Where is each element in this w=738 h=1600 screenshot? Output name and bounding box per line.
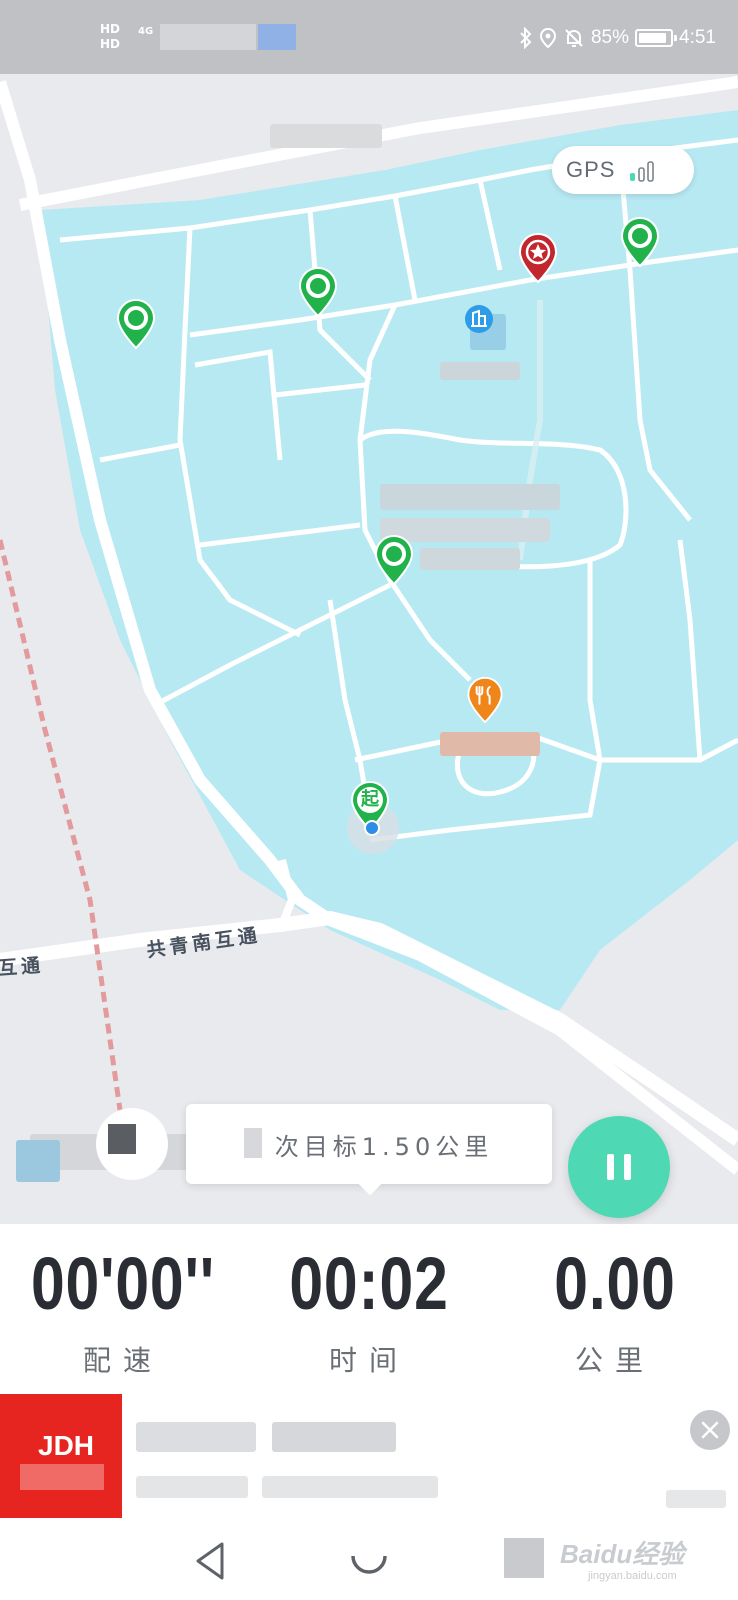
star-pin-icon[interactable]	[518, 232, 558, 284]
blurred-label	[440, 732, 540, 756]
blurred-label	[420, 548, 520, 570]
signal-type: 4G	[138, 26, 154, 37]
blurred-ad-title	[136, 1422, 256, 1452]
time-value: 00:02	[289, 1242, 449, 1325]
time-label: 时间	[328, 1344, 409, 1377]
blurred-carrier	[160, 24, 256, 50]
map-view[interactable]: 共青南互通 互通 GPS 起 次目标1.50公里	[0, 74, 738, 1224]
clock: 4:51	[679, 27, 716, 48]
blurred-carrier-icon	[258, 24, 296, 50]
back-icon[interactable]	[190, 1538, 236, 1584]
distance-label: 公里	[574, 1344, 655, 1377]
distance-value: 0.00	[554, 1242, 676, 1325]
blurred-goal-prefix	[244, 1128, 262, 1158]
start-marker-label: 起	[361, 789, 379, 810]
avatar[interactable]	[96, 1108, 168, 1180]
gps-label: GPS	[566, 157, 616, 182]
blurred-label	[270, 124, 382, 148]
blurred-ad-desc	[136, 1476, 248, 1498]
pause-bar	[607, 1154, 614, 1180]
blurred-ad-tag	[666, 1490, 726, 1508]
goal-text: 次目标1.50公里	[274, 1132, 494, 1161]
distance-stat: 0.00 公里	[492, 1244, 738, 1378]
road-label-hutong: 互通	[0, 954, 45, 980]
bell-off-icon	[565, 29, 583, 47]
blurred-ad-desc	[262, 1476, 438, 1498]
ad-logo: JDH	[0, 1394, 122, 1518]
system-nav-bar: Baidu经验 jingyan.baidu.com	[0, 1518, 738, 1600]
blurred-label	[440, 362, 520, 380]
blurred-ad-title	[272, 1422, 396, 1452]
hd-badge-2: HD	[100, 37, 121, 51]
gps-signal-icon	[630, 161, 655, 182]
recent-apps-icon[interactable]	[504, 1538, 544, 1578]
watermark-brand: Baidu经验	[560, 1539, 685, 1569]
pace-stat: 00'00'' 配速	[0, 1244, 246, 1378]
gps-status: GPS	[552, 146, 694, 194]
checkpoint-pin-icon[interactable]	[374, 534, 414, 586]
time-stat: 00:02 时间	[246, 1244, 492, 1378]
blurred-ad-logo-sub	[20, 1464, 104, 1490]
close-icon	[701, 1421, 719, 1439]
battery-percent: 85%	[590, 27, 630, 48]
blurred-avatar-content	[108, 1124, 136, 1154]
pause-button[interactable]	[568, 1116, 670, 1218]
status-bar: HD HD 4G 85% 4:51	[0, 0, 738, 74]
ad-banner[interactable]: JDH	[0, 1394, 738, 1518]
pace-value: 00'00''	[30, 1242, 216, 1325]
run-stats: 00'00'' 配速 00:02 时间 0.00 公里	[0, 1224, 738, 1394]
blurred-label	[16, 1140, 60, 1182]
pause-bar	[624, 1154, 631, 1180]
battery-icon	[635, 29, 678, 47]
building-pin-icon[interactable]	[464, 304, 494, 340]
checkpoint-pin-icon[interactable]	[298, 266, 338, 318]
railway	[0, 539, 123, 1111]
checkpoint-pin-icon[interactable]	[620, 216, 660, 268]
checkpoint-pin-icon[interactable]	[116, 298, 156, 350]
location-icon	[539, 27, 556, 49]
ad-close-button[interactable]	[690, 1410, 730, 1450]
watermark-url: jingyan.baidu.com	[588, 1570, 677, 1582]
status-icons: 85% 4:51	[519, 24, 716, 52]
food-pin-icon[interactable]	[466, 676, 504, 724]
ad-logo-text: JDH	[38, 1430, 95, 1461]
network-indicators: HD HD	[100, 22, 120, 52]
pace-label: 配速	[82, 1344, 163, 1377]
goal-bubble: 次目标1.50公里	[186, 1104, 552, 1184]
home-icon[interactable]	[346, 1538, 392, 1584]
current-location-dot	[364, 820, 380, 836]
hd-badge-1: HD	[100, 22, 121, 36]
bluetooth-icon	[520, 27, 532, 49]
blurred-label	[380, 484, 560, 510]
